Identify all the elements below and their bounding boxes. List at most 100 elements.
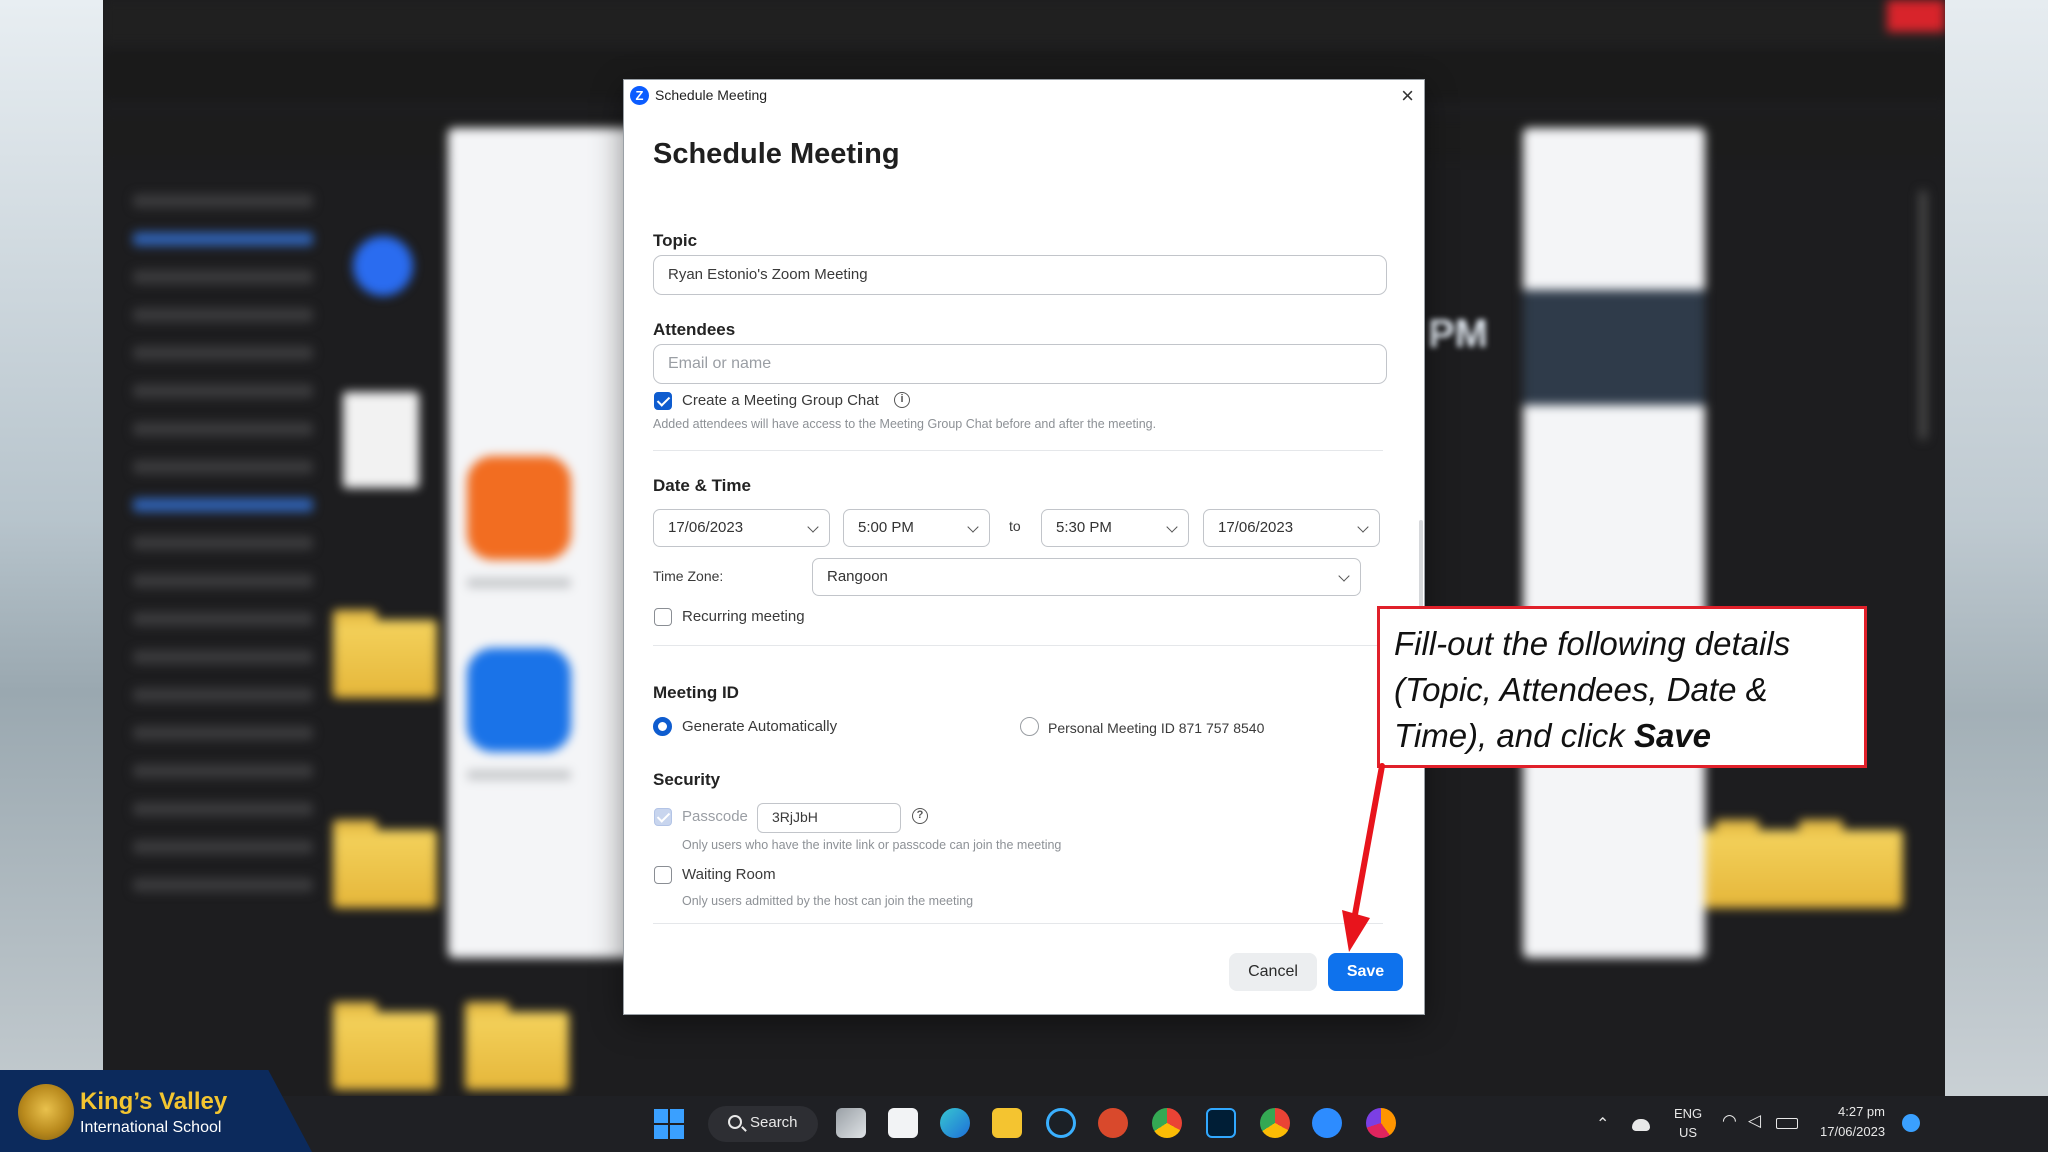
folder-icon <box>333 1002 437 1090</box>
explorer-scrollbar <box>1919 190 1927 440</box>
group-chat-checkbox[interactable] <box>654 392 672 410</box>
language-indicator[interactable]: ENG <box>1674 1106 1702 1121</box>
chevron-down-icon <box>807 521 819 533</box>
start-time-value: 5:00 PM <box>858 519 914 536</box>
task-view-icon[interactable] <box>836 1108 866 1138</box>
zoom-clock-panel <box>1523 290 1705 405</box>
start-date-value: 17/06/2023 <box>668 519 744 536</box>
zoom-logo-icon: Z <box>630 86 649 105</box>
onedrive-icon[interactable] <box>1632 1119 1650 1131</box>
chevron-up-icon[interactable]: ⌃ <box>1596 1114 1609 1134</box>
photoshop-icon[interactable] <box>1206 1108 1236 1138</box>
background-left <box>0 0 103 1152</box>
cancel-button[interactable]: Cancel <box>1229 953 1317 991</box>
folder-icon <box>333 610 437 698</box>
generate-automatically-radio[interactable] <box>653 717 672 736</box>
security-label: Security <box>653 770 721 789</box>
close-icon[interactable]: × <box>1401 83 1414 109</box>
file-icon <box>343 392 419 488</box>
generate-automatically-label: Generate Automatically <box>682 718 838 735</box>
to-label: to <box>1009 518 1021 534</box>
schedule-meeting-dialog: Z Schedule Meeting × Schedule Meeting To… <box>624 80 1424 1014</box>
timezone-value: Rangoon <box>827 568 888 585</box>
attendees-input[interactable]: Email or name <box>653 344 1387 384</box>
divider <box>653 450 1383 451</box>
personal-meeting-id-label: Personal Meeting ID 871 757 8540 <box>1048 720 1265 736</box>
passcode-checkbox[interactable] <box>654 808 672 826</box>
meeting-id-label: Meeting ID <box>653 683 739 702</box>
dialog-window-title: Schedule Meeting <box>655 87 768 103</box>
zoom-icon[interactable] <box>1312 1108 1342 1138</box>
folder-icon <box>465 1002 569 1090</box>
notification-icon[interactable] <box>1902 1114 1920 1132</box>
explorer-titlebar <box>103 0 1945 44</box>
callout-arrow <box>1342 763 1385 952</box>
waiting-room-hint: Only users admitted by the host can join… <box>682 894 974 908</box>
dialog-titlebar: Z Schedule Meeting × <box>624 80 1424 110</box>
end-date-value: 17/06/2023 <box>1218 519 1294 536</box>
waiting-room-label: Waiting Room <box>682 866 776 883</box>
search-icon <box>728 1115 742 1129</box>
personal-meeting-id-radio[interactable] <box>1020 717 1039 736</box>
explorer-nav-pane <box>123 170 323 990</box>
taskbar-search-label: Search <box>750 1114 798 1131</box>
passcode-label: Passcode <box>682 808 748 825</box>
start-time-select[interactable]: 5:00 PM <box>843 509 990 547</box>
volume-icon[interactable]: ◁ <box>1748 1111 1761 1131</box>
schedule-icon <box>467 648 571 752</box>
info-icon[interactable]: i <box>894 392 910 408</box>
attendees-label: Attendees <box>653 320 736 339</box>
clock-date: 17/06/2023 <box>1820 1124 1886 1139</box>
end-date-select[interactable]: 17/06/2023 <box>1203 509 1380 547</box>
app-icon <box>353 236 413 296</box>
edge-icon[interactable] <box>940 1108 970 1138</box>
lion-crest-icon <box>18 1084 74 1140</box>
instruction-callout: Fill-out the following details (Topic, A… <box>1377 606 1867 768</box>
windows-start-icon[interactable] <box>654 1109 684 1139</box>
folder-icon <box>1799 820 1903 908</box>
info-icon[interactable]: ? <box>912 808 928 824</box>
callout-bold-text: Save <box>1633 717 1712 754</box>
passcode-input[interactable]: 3RjJbH <box>757 803 901 833</box>
chevron-down-icon <box>1338 570 1350 582</box>
topic-label: Topic <box>653 231 698 250</box>
store-icon[interactable] <box>888 1108 918 1138</box>
topic-input[interactable]: Ryan Estonio's Zoom Meeting <box>653 255 1387 295</box>
recurring-label: Recurring meeting <box>682 608 805 625</box>
zoom-side-window <box>1523 128 1705 958</box>
passcode-hint: Only users who have the invite link or p… <box>682 838 1062 852</box>
background-right <box>1945 0 2048 1152</box>
zoom-clock-text: PM <box>1428 312 1488 356</box>
chevron-down-icon <box>1166 521 1178 533</box>
timezone-select[interactable]: Rangoon <box>812 558 1361 596</box>
window-close-icon <box>1887 0 1945 32</box>
timezone-label: Time Zone: <box>653 568 724 584</box>
chrome-icon[interactable] <box>1260 1108 1290 1138</box>
firefox-icon[interactable] <box>1366 1108 1396 1138</box>
group-chat-hint: Added attendees will have access to the … <box>653 417 1157 431</box>
cortana-icon[interactable] <box>1046 1108 1076 1138</box>
folder-icon <box>333 820 437 908</box>
recurring-checkbox[interactable] <box>654 608 672 626</box>
date-time-label: Date & Time <box>653 476 751 495</box>
callout-text: Fill-out the following details (Topic, A… <box>1394 625 1791 754</box>
chrome-icon[interactable] <box>1152 1108 1182 1138</box>
divider <box>653 645 1383 646</box>
dialog-heading: Schedule Meeting <box>653 138 900 170</box>
chevron-down-icon <box>967 521 979 533</box>
divider <box>653 923 1383 924</box>
end-time-select[interactable]: 5:30 PM <box>1041 509 1189 547</box>
school-name: King’s Valley <box>80 1088 228 1115</box>
waiting-room-checkbox[interactable] <box>654 866 672 884</box>
battery-icon[interactable] <box>1776 1118 1798 1129</box>
new-meeting-icon <box>467 456 571 560</box>
chevron-down-icon <box>1357 521 1369 533</box>
file-explorer-icon[interactable] <box>992 1108 1022 1138</box>
start-date-select[interactable]: 17/06/2023 <box>653 509 830 547</box>
clock-time[interactable]: 4:27 pm <box>1838 1104 1885 1119</box>
wifi-icon[interactable]: ◠ <box>1722 1111 1737 1131</box>
powerpoint-icon[interactable] <box>1098 1108 1128 1138</box>
school-subtitle: International School <box>80 1119 222 1136</box>
group-chat-label: Create a Meeting Group Chat <box>682 392 879 409</box>
end-time-value: 5:30 PM <box>1056 519 1112 536</box>
